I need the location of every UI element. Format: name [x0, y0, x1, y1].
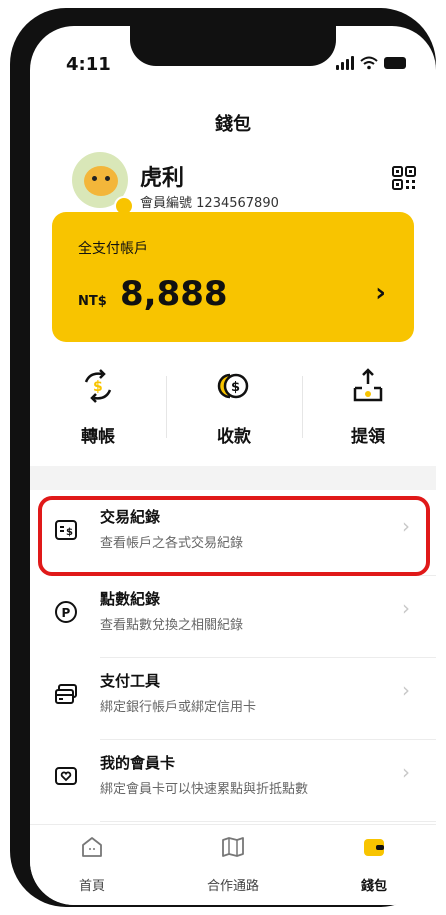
chevron-right-icon: › — [402, 596, 410, 620]
tab-label: 錢包 — [360, 879, 387, 894]
chevron-right-icon: › — [375, 278, 386, 308]
wallet-currency: NT$ — [78, 294, 107, 309]
avatar-eye — [92, 176, 97, 181]
svg-text:$: $ — [93, 379, 103, 395]
receive-button[interactable]: $ 收款 — [166, 362, 302, 456]
battery-icon — [384, 57, 406, 69]
withdraw-icon — [353, 368, 383, 402]
user-name: 虎利 — [140, 166, 185, 191]
menu-item-subtitle: 查看點數兌換之相關紀錄 — [100, 618, 244, 633]
menu-item-member-cards[interactable]: 我的會員卡 綁定會員卡可以快速累點與折抵點數 › — [30, 742, 436, 822]
menu-item-title: 我的會員卡 — [100, 754, 176, 772]
chevron-right-icon: › — [402, 678, 410, 702]
member-card-icon — [55, 767, 77, 785]
svg-text:P: P — [62, 606, 71, 620]
transfer-icon: $ — [84, 369, 112, 403]
avatar-eye — [105, 176, 110, 181]
menu-item-payment-tools[interactable]: 支付工具 綁定銀行帳戶或綁定信用卡 › — [30, 660, 436, 740]
withdraw-label: 提領 — [351, 427, 385, 447]
withdraw-button[interactable]: 提領 — [300, 362, 436, 456]
svg-text:$: $ — [231, 380, 240, 395]
status-icons — [336, 56, 406, 70]
member-id-label: 會員編號 — [140, 196, 193, 211]
quick-actions: $ 轉帳 $ 收款 提領 — [30, 362, 436, 456]
divider — [100, 657, 436, 658]
chevron-right-icon: › — [402, 760, 410, 784]
tab-home[interactable]: 首頁 — [32, 835, 152, 894]
tab-label: 首頁 — [78, 879, 105, 894]
screen: 4:11 錢包 虎利 會員編號 1234567890 全支付帳戶 NT$ 8,8… — [30, 26, 436, 905]
points-icon: P — [55, 601, 77, 623]
receive-label: 收款 — [217, 427, 251, 447]
home-icon — [82, 837, 102, 857]
divider — [100, 821, 436, 822]
status-time: 4:11 — [66, 54, 111, 75]
member-id: 會員編號 1234567890 — [140, 192, 279, 211]
tab-label: 合作通路 — [206, 879, 259, 894]
bottom-tab-bar: 首頁 合作通路 錢包 — [30, 824, 436, 905]
tiger-face — [84, 166, 118, 196]
phone-frame: 4:11 錢包 虎利 會員編號 1234567890 全支付帳戶 NT$ 8,8… — [10, 8, 436, 907]
menu-item-points-history[interactable]: P 點數紀錄 查看點數兌換之相關紀錄 › — [30, 578, 436, 658]
tab-partner-channels[interactable]: 合作通路 — [173, 835, 293, 894]
notch — [130, 26, 336, 66]
highlight-box — [38, 496, 430, 576]
menu-item-title: 點數紀錄 — [100, 590, 161, 608]
map-icon — [222, 837, 244, 857]
member-id-number: 1234567890 — [196, 196, 279, 211]
divider — [100, 739, 436, 740]
menu-item-subtitle: 綁定銀行帳戶或綁定信用卡 — [100, 700, 257, 715]
page-title: 錢包 — [215, 114, 251, 135]
wallet-account-label: 全支付帳戶 — [78, 241, 148, 257]
qr-code-icon[interactable] — [392, 166, 416, 190]
wallet-balance: 8,888 — [120, 274, 228, 314]
section-gap — [30, 466, 436, 490]
wallet-account-card[interactable]: 全支付帳戶 NT$ 8,888 › — [52, 212, 414, 342]
signal-icon — [336, 56, 354, 70]
menu-item-title: 支付工具 — [100, 672, 161, 690]
wifi-icon — [360, 56, 378, 70]
transfer-button[interactable]: $ 轉帳 — [30, 362, 166, 456]
transfer-label: 轉帳 — [81, 427, 115, 447]
wallet-icon — [364, 839, 384, 856]
menu-item-subtitle: 綁定會員卡可以快速累點與折抵點數 — [100, 782, 309, 797]
tab-wallet[interactable]: 錢包 — [314, 835, 434, 894]
receive-money-icon: $ — [217, 373, 249, 399]
card-icon — [55, 684, 77, 704]
